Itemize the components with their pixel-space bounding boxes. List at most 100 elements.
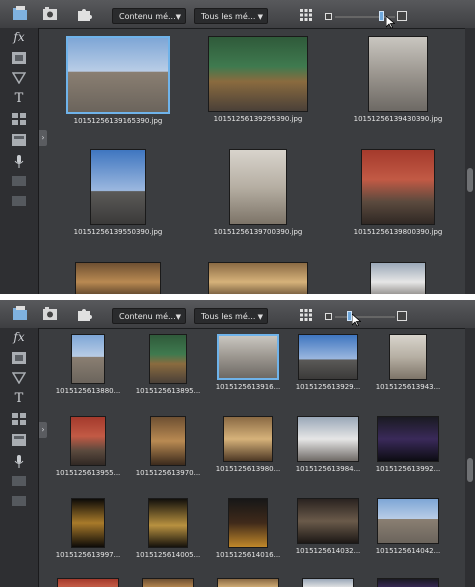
title-text-icon[interactable]: T bbox=[10, 92, 28, 106]
collapse-sidebar-toggle[interactable]: › bbox=[39, 130, 47, 146]
thumbnail-image[interactable] bbox=[361, 149, 435, 225]
thumbnail-item[interactable]: 1015125613970... bbox=[128, 416, 208, 486]
thumbnail-image[interactable] bbox=[368, 36, 428, 112]
thumbnail-item[interactable]: 1015125613992... bbox=[368, 416, 448, 486]
instant-project-icon[interactable] bbox=[10, 52, 28, 66]
capture-media-icon[interactable] bbox=[42, 306, 58, 321]
thumbnail-item[interactable] bbox=[48, 578, 128, 587]
chapter-icon[interactable] bbox=[10, 476, 28, 490]
thumbnail-image[interactable] bbox=[75, 262, 161, 294]
thumbnail-item[interactable]: 1015125613895... bbox=[128, 334, 208, 404]
large-thumbnail-icon bbox=[397, 11, 407, 21]
plugins-puzzle-icon[interactable] bbox=[76, 306, 92, 321]
media-filter-dropdown[interactable]: Tous les mé... ▼ bbox=[194, 8, 268, 24]
grid-view-icon[interactable] bbox=[300, 9, 312, 21]
thumbnail-image[interactable] bbox=[389, 334, 427, 380]
thumbnail-image[interactable] bbox=[229, 149, 287, 225]
graphics-icon[interactable] bbox=[10, 413, 28, 427]
media-library-panel-small: Contenu mé... ▼ Tous les mé... ▼ fx T › 10… bbox=[0, 300, 475, 587]
collapse-sidebar-toggle[interactable]: › bbox=[39, 422, 47, 438]
thumbnail-item[interactable]: 1015125613943... bbox=[368, 334, 448, 404]
thumbnail-item[interactable]: 10151256139430390.jpg bbox=[328, 36, 468, 136]
subtitle-icon[interactable] bbox=[10, 196, 28, 210]
thumbnail-item[interactable]: 1015125613984... bbox=[288, 416, 368, 486]
thumbnail-item[interactable]: 10151256139700390.jpg bbox=[188, 149, 328, 249]
thumbnail-item[interactable]: 1015125613955... bbox=[48, 416, 128, 486]
thumbnail-image[interactable] bbox=[208, 262, 308, 294]
thumbnail-item[interactable] bbox=[368, 578, 448, 587]
fx-effects-icon[interactable]: fx bbox=[10, 30, 28, 44]
thumbnail-image[interactable] bbox=[57, 578, 119, 587]
graphics-icon[interactable] bbox=[10, 113, 28, 127]
thumbnail-item[interactable]: 10151256139165390.jpg bbox=[48, 36, 188, 136]
thumbnail-item[interactable]: 1015125613916... bbox=[208, 334, 288, 404]
thumbnail-image[interactable] bbox=[217, 578, 279, 587]
thumbnail-item[interactable]: 10151256139550390.jpg bbox=[48, 149, 188, 249]
thumbnail-image[interactable] bbox=[142, 578, 194, 587]
thumbnail-item[interactable]: 1015125613980... bbox=[208, 416, 288, 486]
thumbnail-item[interactable] bbox=[208, 578, 288, 587]
scrollbar-thumb[interactable] bbox=[467, 168, 473, 192]
thumbnail-image[interactable] bbox=[71, 334, 105, 384]
thumbnail-item[interactable]: 1015125614032... bbox=[288, 498, 368, 568]
plugins-puzzle-icon[interactable] bbox=[76, 6, 92, 21]
thumbnail-image[interactable] bbox=[217, 334, 279, 380]
thumbnail-zoom-slider[interactable] bbox=[319, 310, 413, 323]
vertical-scrollbar[interactable] bbox=[465, 328, 475, 587]
thumbnail-item[interactable] bbox=[48, 262, 188, 294]
thumbnail-image[interactable] bbox=[302, 578, 354, 587]
thumbnail-image[interactable] bbox=[377, 578, 439, 587]
microphone-icon[interactable] bbox=[10, 455, 28, 469]
thumbnail-image[interactable] bbox=[149, 334, 187, 384]
thumbnail-image[interactable] bbox=[150, 416, 186, 466]
content-filter-dropdown[interactable]: Contenu mé... ▼ bbox=[112, 8, 186, 24]
thumbnail-item[interactable]: 1015125613997... bbox=[48, 498, 128, 568]
filter-icon[interactable] bbox=[10, 134, 28, 148]
fx-effects-icon[interactable]: fx bbox=[10, 330, 28, 344]
thumbnail-image[interactable] bbox=[223, 416, 273, 462]
thumbnail-zoom-slider[interactable] bbox=[319, 10, 413, 23]
thumbnail-image[interactable] bbox=[71, 498, 105, 548]
thumbnail-image[interactable] bbox=[208, 36, 308, 112]
grid-view-icon[interactable] bbox=[300, 309, 312, 321]
media-filter-dropdown[interactable]: Tous les mé... ▼ bbox=[194, 308, 268, 324]
microphone-icon[interactable] bbox=[10, 155, 28, 169]
thumbnail-image[interactable] bbox=[70, 416, 106, 466]
content-filter-dropdown[interactable]: Contenu mé... ▼ bbox=[112, 308, 186, 324]
chapter-icon[interactable] bbox=[10, 176, 28, 190]
thumbnail-item[interactable] bbox=[188, 262, 328, 294]
thumbnail-item[interactable]: 1015125613880... bbox=[48, 334, 128, 404]
thumbnail-image[interactable] bbox=[66, 36, 170, 114]
thumbnail-item[interactable]: 1015125614042... bbox=[368, 498, 448, 568]
title-text-icon[interactable]: T bbox=[10, 392, 28, 406]
transition-icon[interactable] bbox=[10, 372, 28, 386]
vertical-scrollbar[interactable] bbox=[465, 28, 475, 294]
thumbnail-item[interactable]: 10151256139295390.jpg bbox=[188, 36, 328, 136]
thumbnail-item[interactable]: 1015125613929... bbox=[288, 334, 368, 404]
thumbnail-item[interactable]: 1015125614016... bbox=[208, 498, 288, 568]
thumbnail-image[interactable] bbox=[370, 262, 426, 294]
subtitle-icon[interactable] bbox=[10, 496, 28, 510]
thumbnail-item[interactable] bbox=[288, 578, 368, 587]
thumbnail-image[interactable] bbox=[297, 498, 359, 544]
import-media-icon[interactable] bbox=[12, 6, 28, 21]
scrollbar-thumb[interactable] bbox=[467, 458, 473, 482]
thumbnail-image[interactable] bbox=[90, 149, 146, 225]
thumbnail-image[interactable] bbox=[298, 334, 358, 380]
thumbnail-image[interactable] bbox=[377, 498, 439, 544]
thumbnail-image[interactable] bbox=[297, 416, 359, 462]
thumbnail-item[interactable]: 10151256139800390.jpg bbox=[328, 149, 468, 249]
instant-project-icon[interactable] bbox=[10, 352, 28, 366]
thumbnail-image[interactable] bbox=[228, 498, 268, 548]
thumbnail-caption: 10151256139295390.jpg bbox=[213, 115, 303, 123]
import-media-icon[interactable] bbox=[12, 306, 28, 321]
thumbnail-item[interactable]: 1015125614005... bbox=[128, 498, 208, 568]
transition-icon[interactable] bbox=[10, 72, 28, 86]
thumbnail-image[interactable] bbox=[148, 498, 188, 548]
filter-icon[interactable] bbox=[10, 434, 28, 448]
thumbnail-item[interactable] bbox=[328, 262, 468, 294]
thumbnail-item[interactable] bbox=[128, 578, 208, 587]
zoom-slider-handle[interactable] bbox=[378, 11, 384, 21]
capture-media-icon[interactable] bbox=[42, 6, 58, 21]
thumbnail-image[interactable] bbox=[377, 416, 439, 462]
